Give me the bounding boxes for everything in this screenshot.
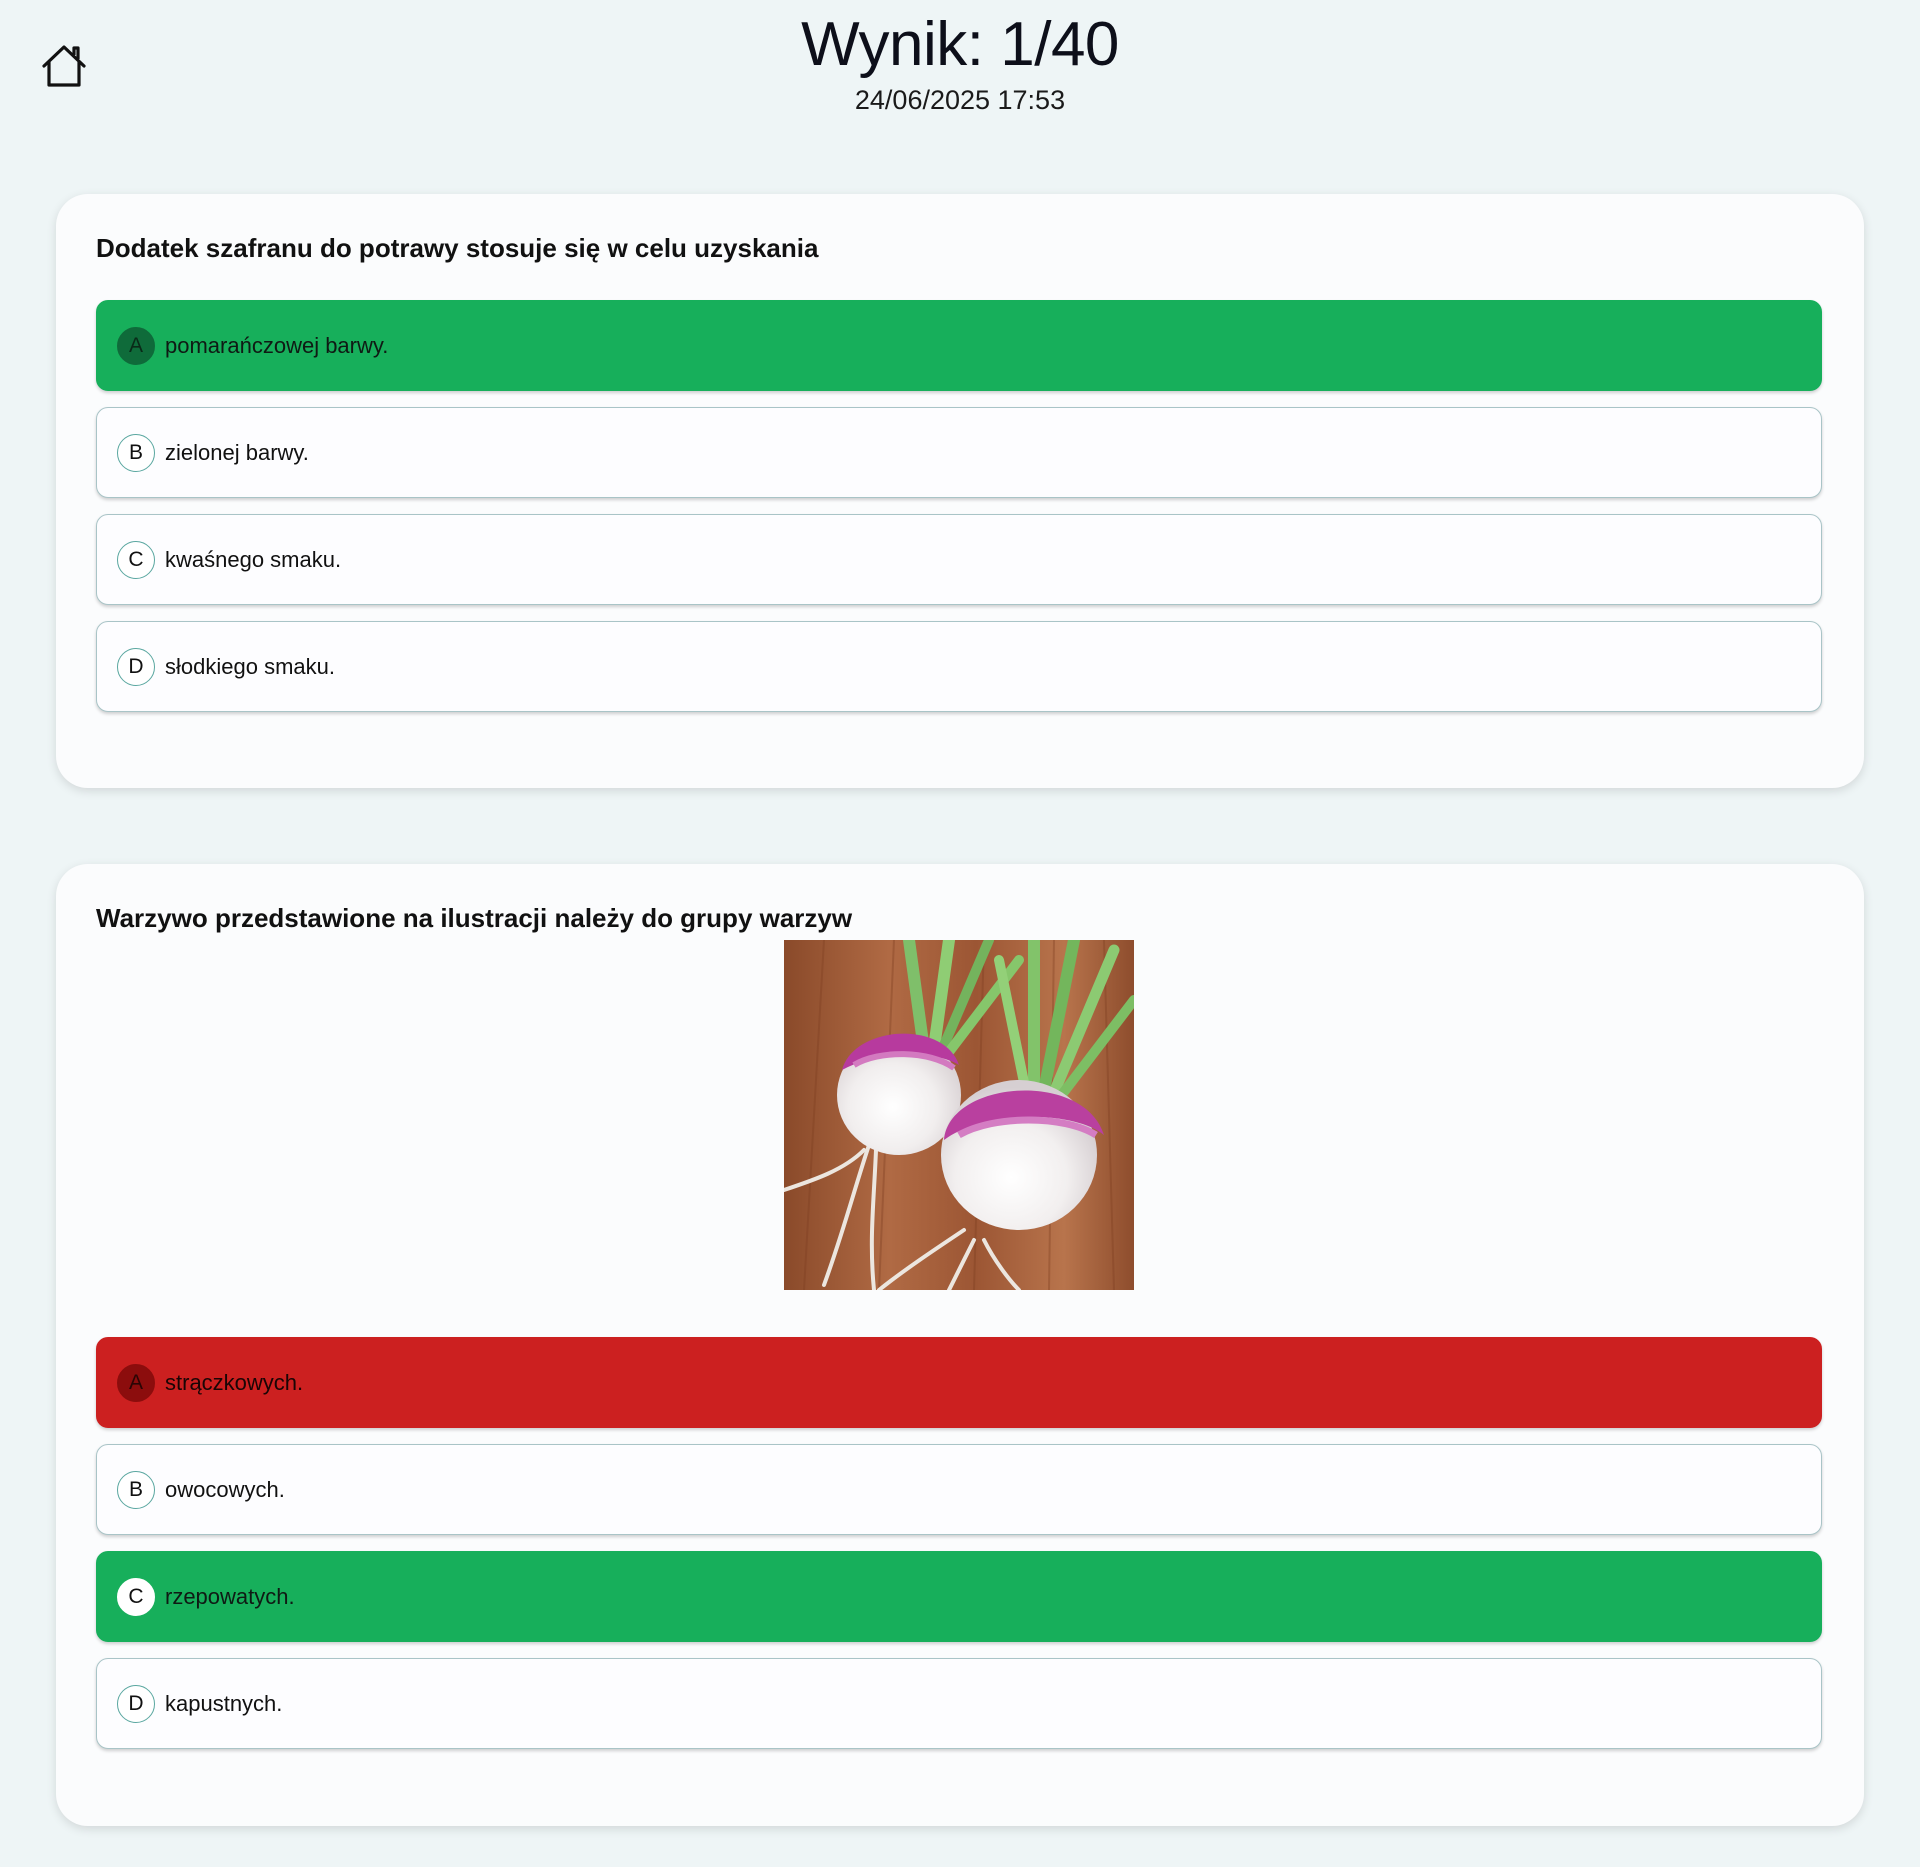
answer-letter-badge: A [117, 326, 155, 365]
question-text: Warzywo przedstawione na ilustracji nale… [96, 903, 853, 933]
question-text: Dodatek szafranu do potrawy stosuje się … [96, 233, 819, 263]
answer-label: rzepowatych. [165, 1583, 295, 1609]
answer-label: owocowych. [165, 1476, 285, 1502]
answer-letter-badge: C [117, 1577, 155, 1616]
result-header: Wynik: 1/40 24/06/2025 17:53 [0, 8, 1920, 116]
answer-letter-badge: C [117, 540, 155, 579]
answer-label: słodkiego smaku. [165, 653, 335, 679]
question-card-2: Warzywo przedstawione na ilustracji nale… [56, 864, 1864, 1826]
answer-label: pomarańczowej barwy. [165, 332, 389, 358]
answer-label: strączkowych. [165, 1369, 304, 1395]
score-title: Wynik: 1/40 [801, 10, 1119, 79]
answer-option-a[interactable]: A pomarańczowej barwy. [96, 300, 1822, 391]
answer-label: zielonej barwy. [165, 439, 309, 465]
answer-option-b[interactable]: B zielonej barwy. [96, 407, 1822, 498]
answer-list: A strączkowych. B owocowych. C rzepowaty… [96, 1337, 1822, 1765]
answer-letter-badge: B [117, 1470, 155, 1509]
answer-option-d[interactable]: D kapustnych. [96, 1658, 1822, 1749]
answer-letter-badge: D [117, 647, 155, 686]
answer-letter-badge: A [117, 1363, 155, 1402]
answer-option-c[interactable]: C kwaśnego smaku. [96, 514, 1822, 605]
question-card-1: Dodatek szafranu do potrawy stosuje się … [56, 194, 1864, 788]
answer-option-a[interactable]: A strączkowych. [96, 1337, 1822, 1428]
answer-option-d[interactable]: D słodkiego smaku. [96, 621, 1822, 712]
answer-label: kapustnych. [165, 1690, 283, 1716]
turnip-photo [784, 940, 1134, 1290]
answer-option-b[interactable]: B owocowych. [96, 1444, 1822, 1535]
answer-list: A pomarańczowej barwy. B zielonej barwy.… [96, 300, 1822, 728]
answer-letter-badge: D [117, 1684, 155, 1723]
answer-label: kwaśnego smaku. [165, 546, 342, 572]
result-date: 24/06/2025 17:53 [854, 85, 1066, 115]
answer-letter-badge: B [117, 433, 155, 472]
answer-option-c[interactable]: C rzepowatych. [96, 1551, 1822, 1642]
